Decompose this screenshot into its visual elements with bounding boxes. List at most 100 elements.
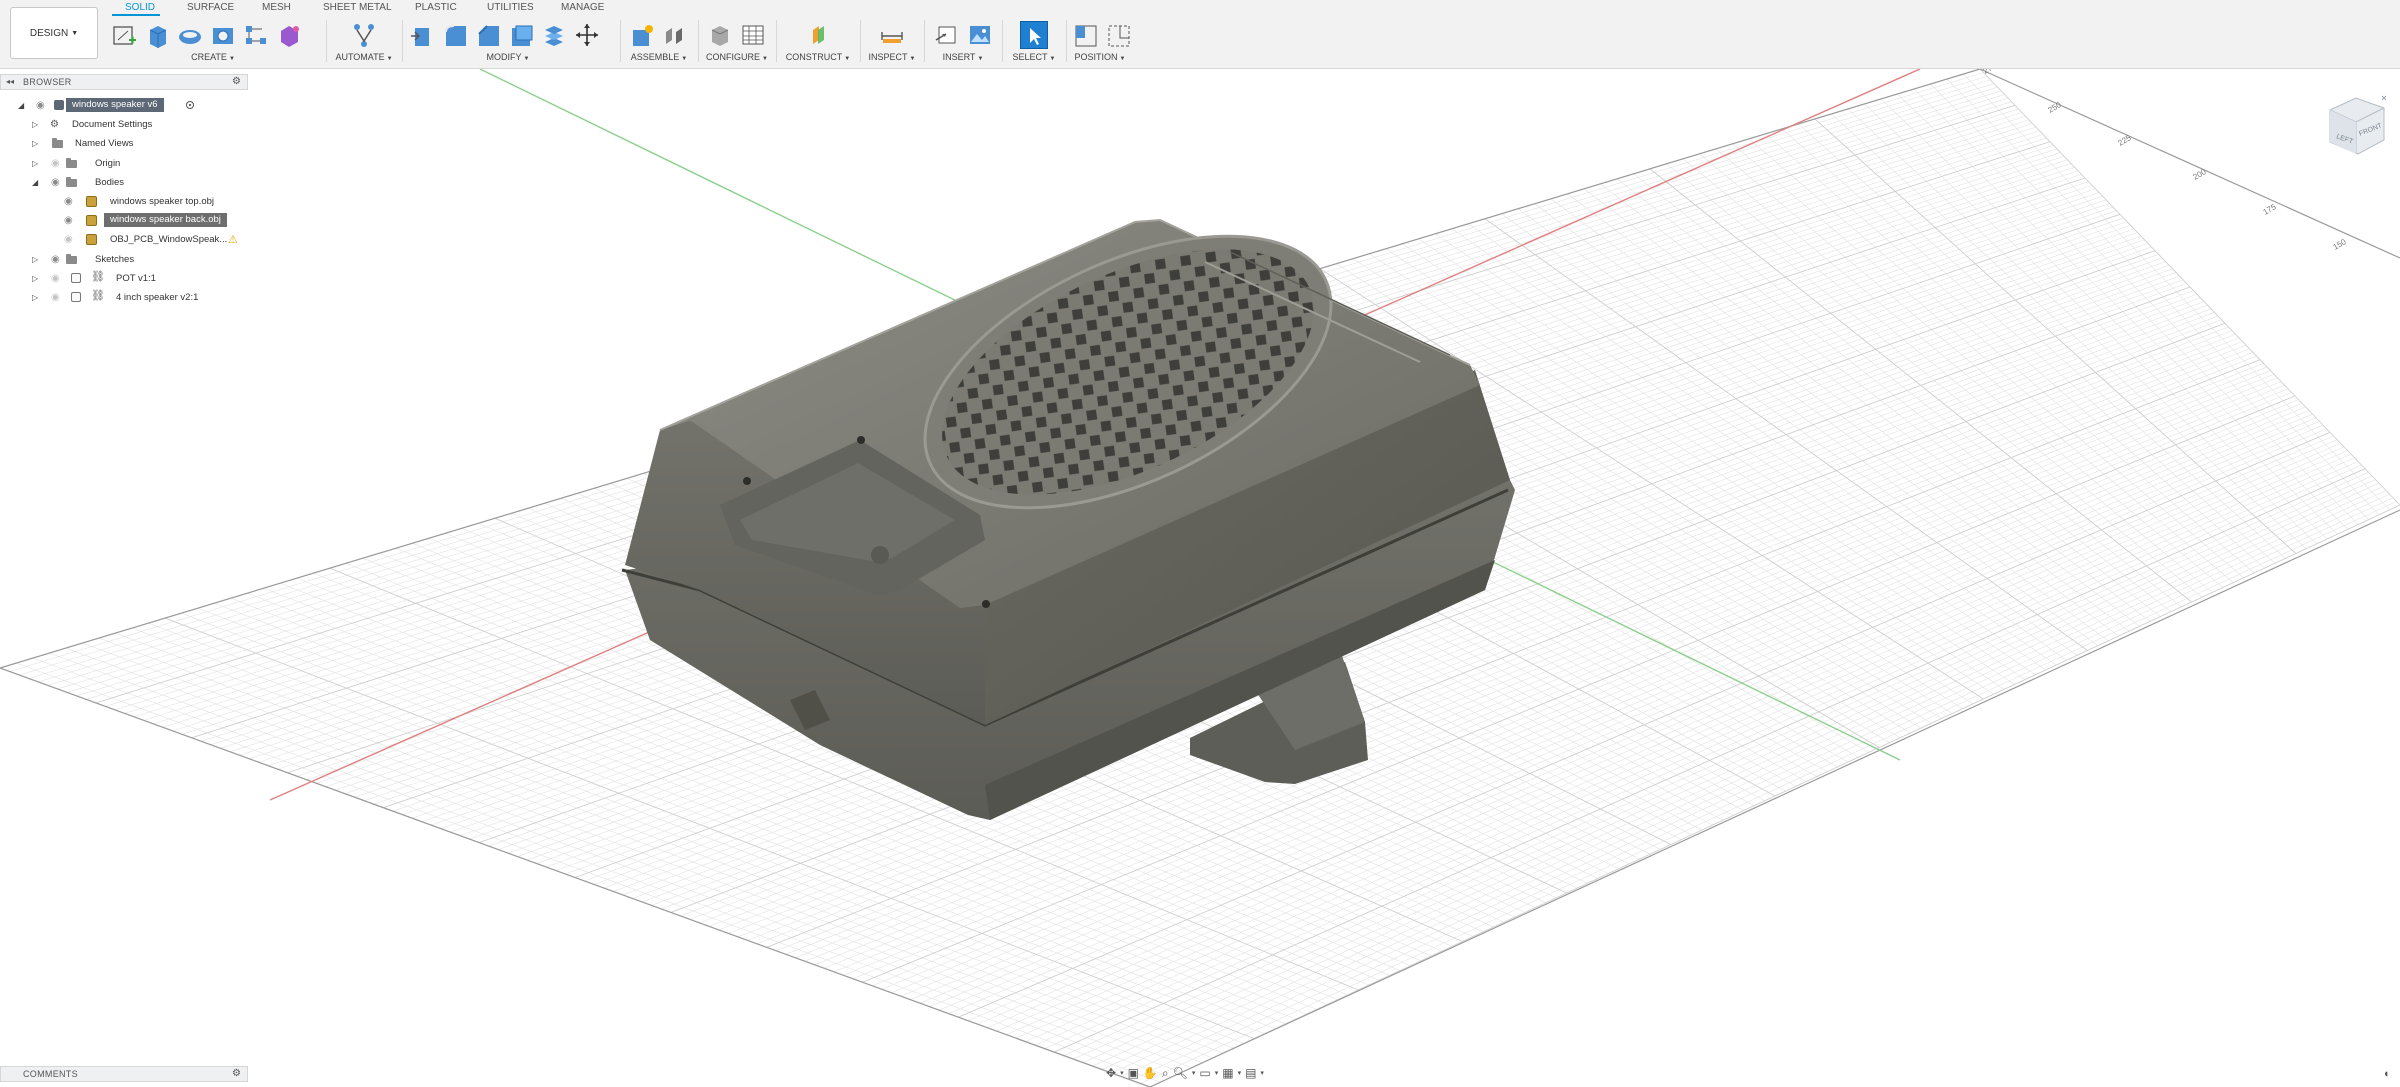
assemble-menu[interactable]: ASSEMBLE ▼ (626, 52, 692, 62)
orbit-icon[interactable]: ✥ (1106, 1066, 1116, 1080)
comments-panel[interactable]: COMMENTS ⚙ (0, 1066, 248, 1082)
chevron-down-icon[interactable]: ▾ (1120, 1069, 1124, 1077)
configure-icon[interactable] (706, 21, 734, 49)
tree-item-body-back[interactable]: ◉ windows speaker back.obj (0, 211, 248, 229)
chevron-down-icon[interactable]: ▾ (1192, 1069, 1196, 1077)
tree-item-sketches[interactable]: ▷ ◉ Sketches (0, 250, 248, 268)
create-sketch-icon[interactable] (110, 21, 138, 49)
tab-surface[interactable]: SURFACE (187, 2, 234, 13)
viewports-icon[interactable]: ▤ (1245, 1066, 1256, 1080)
eye-icon[interactable]: ◉ (51, 177, 60, 188)
revolve-icon[interactable] (176, 21, 204, 49)
inspect-menu[interactable]: INSPECT ▼ (866, 52, 918, 62)
grid-settings-icon[interactable]: ▦ (1222, 1066, 1233, 1080)
offset-plane-icon[interactable] (804, 21, 832, 49)
construct-group: CONSTRUCT ▼ (782, 16, 854, 64)
tree-item-speaker[interactable]: ▷ ◉ ⛓ 4 inch speaker v2:1 (0, 288, 248, 306)
expand-triangle-icon[interactable]: ▷ (32, 274, 38, 283)
display-settings-icon[interactable]: ▭ (1199, 1066, 1210, 1080)
tree-item-named-views[interactable]: ▷ Named Views (0, 134, 248, 152)
capture-position-icon[interactable] (1072, 21, 1100, 49)
expand-triangle-icon[interactable]: ▷ (32, 159, 38, 168)
fillet-icon[interactable] (441, 21, 469, 49)
configure-menu[interactable]: CONFIGURE ▼ (704, 52, 770, 62)
activate-radio[interactable] (186, 101, 194, 109)
eye-icon[interactable]: ◉ (51, 254, 60, 265)
move-icon[interactable] (573, 21, 601, 49)
tree-root[interactable]: ◢ ◉ windows speaker v6 (0, 96, 248, 114)
select-icon[interactable] (1020, 21, 1048, 49)
shell-icon[interactable] (507, 21, 535, 49)
create-group: CREATE ▼ (110, 16, 316, 64)
eye-icon[interactable]: ◉ (36, 100, 45, 111)
expand-triangle-icon[interactable]: ▷ (32, 293, 38, 302)
tab-utilities[interactable]: UTILITIES (487, 2, 534, 13)
combine-icon[interactable] (540, 21, 568, 49)
tree-item-body-top[interactable]: ◉ windows speaker top.obj (0, 192, 248, 210)
tree-item-bodies[interactable]: ◢ ◉ Bodies (0, 173, 248, 191)
3d-viewport[interactable]: 275 250 225 200 175 150 (0, 69, 2400, 1087)
tree-item-document-settings[interactable]: ▷ ⚙ Document Settings (0, 115, 248, 133)
tab-manage[interactable]: MANAGE (561, 2, 604, 13)
warning-icon[interactable]: ⚠ (228, 233, 238, 246)
tab-plastic[interactable]: PLASTIC (415, 2, 457, 13)
chamfer-icon[interactable] (474, 21, 502, 49)
zoom-icon[interactable]: 🔍︎ (1173, 1066, 1188, 1080)
eye-icon[interactable]: ◉ (51, 273, 60, 284)
tree-item-origin[interactable]: ▷ ◉ Origin (0, 154, 248, 172)
automate-menu[interactable]: AUTOMATE ▼ (332, 52, 396, 62)
toolbar-separator (860, 20, 861, 62)
new-component-icon[interactable] (628, 21, 656, 49)
eye-icon[interactable]: ◉ (51, 292, 60, 303)
press-pull-icon[interactable] (408, 21, 436, 49)
look-at-icon[interactable]: ▣ (1128, 1066, 1139, 1080)
expand-triangle-icon[interactable]: ▷ (32, 139, 38, 148)
gear-icon[interactable]: ⚙ (232, 1068, 241, 1079)
mesh-body-icon (86, 215, 97, 226)
tree-item-body-pcb[interactable]: ◉ OBJ_PCB_WindowSpeak... ⚠ (0, 230, 248, 248)
chevron-down-icon[interactable]: ▾ (1215, 1069, 1219, 1077)
chevron-down-icon[interactable]: ▾ (1238, 1069, 1242, 1077)
automate-group: AUTOMATE ▼ (332, 16, 396, 64)
create-form-icon[interactable] (275, 21, 303, 49)
collapse-triangle-icon[interactable]: ◢ (18, 101, 24, 110)
view-cube[interactable]: LEFT FRONT (2320, 88, 2392, 160)
expand-triangle-icon[interactable]: ▷ (32, 255, 38, 264)
design-workspace-dropdown[interactable]: DESIGN ▼ (10, 7, 98, 59)
position-menu[interactable]: POSITION ▼ (1072, 52, 1128, 62)
revert-position-icon[interactable] (1105, 21, 1133, 49)
construct-menu[interactable]: CONSTRUCT ▼ (782, 52, 854, 62)
pan-icon[interactable]: ✋ (1143, 1066, 1158, 1080)
tab-solid[interactable]: SOLID (125, 2, 155, 13)
tab-sheet-metal[interactable]: SHEET METAL (323, 2, 392, 13)
tree-item-pot[interactable]: ▷ ◉ ⛓ POT v1:1 (0, 269, 248, 287)
insert-derive-icon[interactable] (933, 21, 961, 49)
screw-hole (857, 436, 865, 444)
chevron-down-icon: ▼ (71, 29, 79, 37)
extrude-icon[interactable] (143, 21, 171, 49)
select-menu[interactable]: SELECT ▼ (1008, 52, 1060, 62)
expand-triangle-icon[interactable]: ▷ (32, 120, 38, 129)
modify-menu[interactable]: MODIFY ▼ (408, 52, 608, 62)
create-menu[interactable]: CREATE ▼ (110, 52, 316, 62)
toolbar-separator (620, 20, 621, 62)
notification-icon[interactable]: ◐ (2384, 1068, 2391, 1080)
insert-canvas-icon[interactable] (966, 21, 994, 49)
eye-icon[interactable]: ◉ (51, 158, 60, 169)
zoom-window-icon[interactable]: ⌕ (1162, 1066, 1169, 1081)
joint-icon[interactable] (661, 21, 689, 49)
hole-icon[interactable] (209, 21, 237, 49)
gear-icon[interactable]: ⚙ (232, 76, 241, 87)
eye-icon[interactable]: ◉ (64, 196, 73, 207)
pattern-icon[interactable] (242, 21, 270, 49)
configuration-table-icon[interactable] (739, 21, 767, 49)
collapse-panel-icon[interactable]: ◂◂ (6, 77, 14, 86)
measure-icon[interactable] (878, 21, 906, 49)
chevron-down-icon[interactable]: ▾ (1260, 1069, 1264, 1077)
tab-mesh[interactable]: MESH (262, 2, 291, 13)
automate-icon[interactable] (350, 21, 378, 49)
eye-icon[interactable]: ◉ (64, 215, 73, 226)
collapse-triangle-icon[interactable]: ◢ (32, 178, 38, 187)
eye-icon[interactable]: ◉ (64, 234, 73, 245)
insert-menu[interactable]: INSERT ▼ (930, 52, 996, 62)
